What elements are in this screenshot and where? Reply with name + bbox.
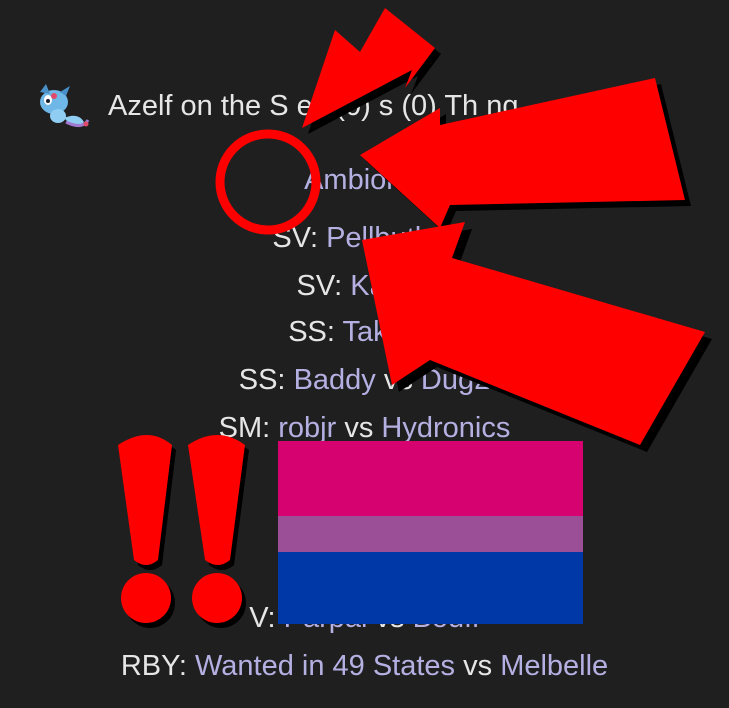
- versus-label: vs: [336, 412, 382, 444]
- matchup-line: SS: Taka vs: [0, 314, 729, 350]
- player-one-link[interactable]: Ambi: [304, 164, 370, 196]
- matchup-prefix: SV:: [296, 270, 351, 302]
- matchup-line: RBY: Wanted in 49 States vs Melbelle: [0, 648, 729, 684]
- player-two-link[interactable]: oms: [370, 164, 425, 196]
- matchup-line: SV: Pellbuthur: [0, 220, 729, 256]
- player-two-link[interactable]: thur: [407, 222, 457, 254]
- flag-band-blue: [278, 552, 583, 624]
- versus-label: vs: [403, 316, 441, 348]
- matchup-prefix: SV:: [272, 222, 327, 254]
- versus-label: vs: [455, 650, 501, 682]
- header-title: Azelf on the S elf (0) s (0) Th ng: [108, 90, 519, 122]
- matchup-line: SV: Kate v: [0, 268, 729, 304]
- matchup-line: SS: Baddy vs Dug2: [0, 362, 729, 398]
- matchup-prefix: SS:: [238, 364, 294, 396]
- matchup-prefix: SS:: [288, 316, 343, 348]
- versus-label: vs: [375, 364, 421, 396]
- flag-band-pink: [278, 441, 583, 516]
- player-two-link[interactable]: Melbelle: [500, 650, 608, 682]
- player-two-link[interactable]: Dug2: [421, 364, 490, 396]
- player-one-link[interactable]: robjr: [278, 412, 336, 444]
- bisexual-flag: [278, 441, 583, 624]
- matchup-prefix: SM:: [218, 412, 279, 444]
- versus-label: v: [409, 270, 433, 302]
- flag-band-purple: [278, 516, 583, 552]
- tournament-header: Azelf on the S elf (0) s (0) Th ng: [26, 82, 726, 134]
- player-one-link[interactable]: Wanted in 49 States: [195, 650, 455, 682]
- player-one-link[interactable]: Taka: [342, 316, 403, 348]
- player-one-link[interactable]: Kate: [350, 270, 410, 302]
- azelf-sprite-icon: [40, 84, 90, 127]
- matchup-line: Ambioms: [0, 162, 729, 198]
- matchup-prefix: RBY:: [120, 650, 195, 682]
- player-one-link[interactable]: Pellbu: [326, 222, 407, 254]
- player-one-link[interactable]: Baddy: [294, 364, 376, 396]
- player-two-link[interactable]: Hydronics: [381, 412, 510, 444]
